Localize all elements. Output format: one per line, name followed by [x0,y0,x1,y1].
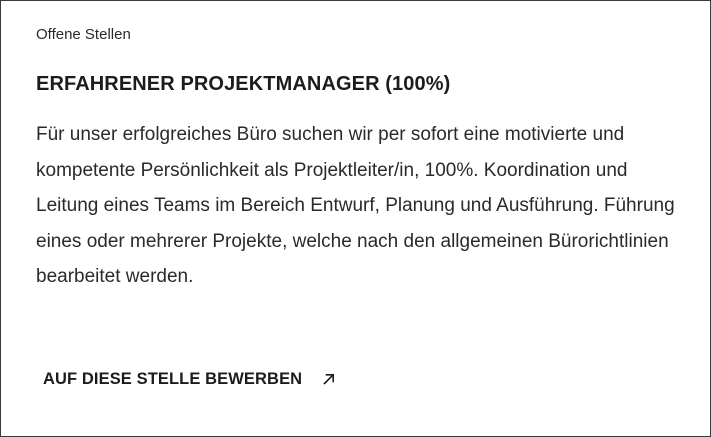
job-description: Für unser erfolgreiches Büro suchen wir … [36,124,675,287]
apply-link-label: AUF DIESE STELLE BEWERBEN [43,370,303,388]
job-category-label: Offene Stellen [36,26,131,43]
arrow-up-right-icon [322,372,336,386]
job-title: ERFAHRENER PROJEKTMANAGER (100%) [36,73,451,95]
apply-link[interactable]: AUF DIESE STELLE BEWERBEN [43,367,336,391]
job-card: Offene Stellen ERFAHRENER PROJEKTMANAGER… [0,0,711,437]
